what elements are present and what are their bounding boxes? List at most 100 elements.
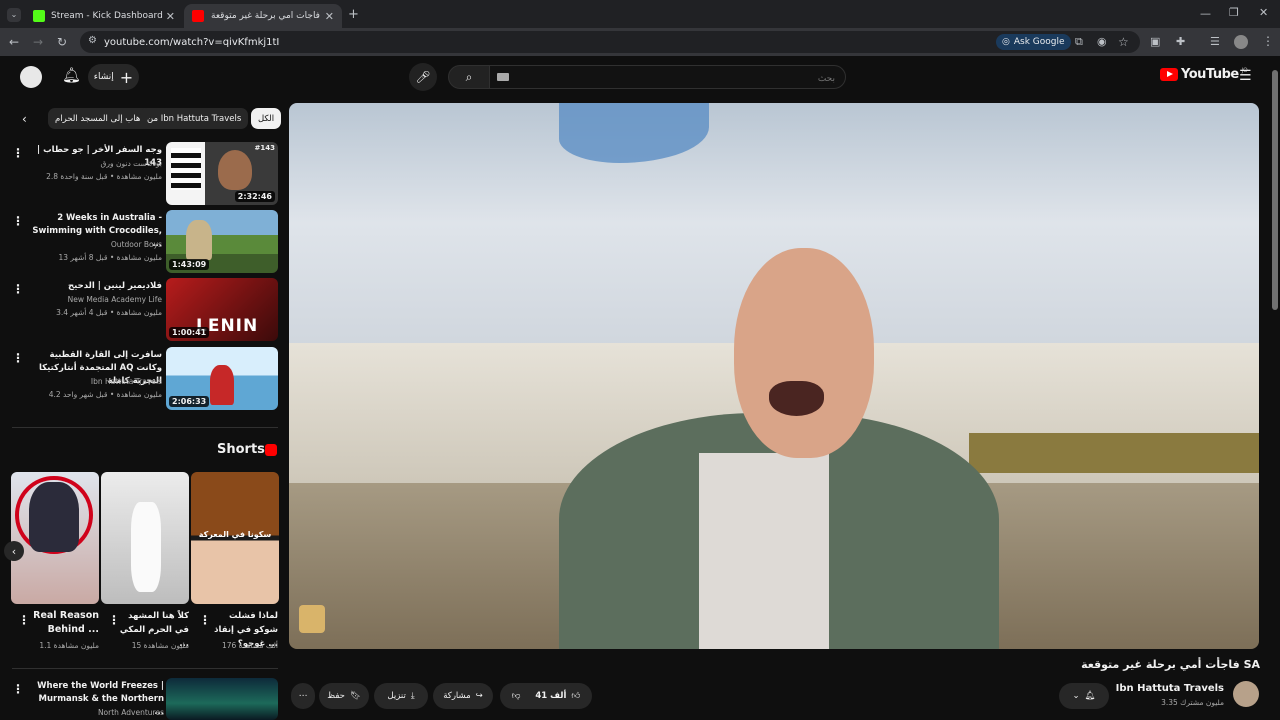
video-thumbnail[interactable]: 2:06:33: [166, 347, 278, 410]
profile-avatar[interactable]: [1234, 35, 1248, 49]
video-person-shirt: [699, 453, 829, 649]
video-person-head: [734, 248, 874, 458]
more-options-icon[interactable]: ⋮: [12, 682, 24, 696]
channel-name[interactable]: New Media Academy Life: [68, 295, 162, 304]
download-icon: ⤓: [410, 691, 415, 701]
video-player[interactable]: [289, 103, 1259, 649]
tab-search-icon[interactable]: ⌄: [7, 8, 21, 22]
window-close-icon[interactable]: ✕: [1259, 7, 1268, 18]
bookmark-icon: 🔖︎: [349, 691, 361, 701]
short-thumbnail[interactable]: سكونا في المعركة: [191, 472, 279, 604]
divider: [12, 427, 278, 428]
short-title[interactable]: Real Reason Behind ...: [29, 609, 99, 637]
more-options-icon[interactable]: ⋮: [12, 146, 24, 160]
list-item[interactable]: ⋮ 2 Weeks in Australia - Swimming with C…: [0, 210, 282, 274]
more-horizontal-icon: ⋯: [298, 691, 308, 701]
video-meta: 2.8 مليون مشاهدة • قبل سنة واحدة: [46, 172, 162, 181]
short-thumbnail[interactable]: [11, 472, 99, 604]
extensions-icon[interactable]: ✚: [1176, 36, 1185, 47]
like-icon[interactable]: 👍︎: [571, 691, 580, 701]
address-toolbar: ← → ↻ ⚙ youtube.com/watch?v=qivKfmkj1tI …: [0, 28, 1280, 56]
video-thumbnail[interactable]: #143 2:32:46: [166, 142, 278, 205]
anime-character: [29, 482, 79, 552]
video-thumbnail[interactable]: 1:43:09: [166, 210, 278, 273]
tab-youtube[interactable]: فاجأت أمي برحلة غير متوقعة ✕: [184, 4, 342, 28]
search-box[interactable]: [489, 65, 846, 89]
save-label: حفظ: [327, 691, 345, 701]
more-actions-button[interactable]: ⋯: [291, 683, 315, 709]
avatar[interactable]: [20, 66, 42, 88]
bookmark-star-icon[interactable]: ☆: [1118, 36, 1129, 48]
reload-icon[interactable]: ↻: [57, 36, 67, 48]
extension-badge-icon[interactable]: ▣: [1150, 36, 1160, 47]
channel-name[interactable]: بودكاست دنون ورق: [101, 159, 162, 168]
share-label: مشاركة: [443, 691, 471, 701]
like-dislike-group: 👎︎ 41 ألف 👍︎: [500, 683, 592, 709]
list-item[interactable]: ⋮ سافرت إلى القارة القطبية المتجمدة أنتا…: [0, 347, 282, 411]
channel-name[interactable]: Outdoor Boys: [111, 240, 162, 249]
new-tab-icon[interactable]: +: [348, 8, 359, 21]
channel-name[interactable]: North Adventures: [98, 708, 164, 717]
chrome-menu-icon[interactable]: ⋮: [1262, 35, 1274, 47]
video-title[interactable]: فلاديمير لينين | الدحيح: [32, 280, 162, 293]
reading-list-icon[interactable]: ☰: [1210, 36, 1220, 47]
shorts-heading: Shorts: [217, 442, 265, 457]
close-icon[interactable]: ✕: [166, 10, 175, 23]
more-options-icon[interactable]: ⋮: [12, 214, 24, 228]
bell-icon: 🔔︎: [1084, 691, 1096, 701]
more-options-icon[interactable]: ⋮: [12, 282, 24, 296]
chip-from-channel[interactable]: من Ibn Hattuta Travels: [140, 108, 249, 129]
video-thumbnail[interactable]: LENIN 1:00:41: [166, 278, 278, 341]
notifications-bell-icon[interactable]: 🔔︎: [62, 68, 81, 83]
dislike-icon[interactable]: 👎︎: [512, 691, 521, 701]
channel-avatar[interactable]: [1233, 681, 1259, 707]
tab-kick[interactable]: Stream - Kick Dashboard ✕: [25, 4, 183, 28]
chevron-left-icon[interactable]: ‹: [22, 113, 27, 125]
keyboard-icon[interactable]: [497, 73, 509, 81]
page-scrollbar[interactable]: [1272, 60, 1278, 710]
search-button[interactable]: ⌕: [448, 65, 490, 89]
divider: [12, 668, 278, 669]
create-button[interactable]: إنشاء +: [88, 64, 139, 90]
scrollbar-thumb[interactable]: [1272, 70, 1278, 310]
video-thumbnail[interactable]: [166, 678, 278, 720]
minimize-icon[interactable]: —: [1200, 8, 1211, 19]
eye-icon[interactable]: ◉: [1097, 36, 1107, 47]
share-icon: ↪: [475, 691, 483, 701]
plus-icon: +: [119, 67, 134, 87]
install-app-icon[interactable]: ⧉: [1075, 36, 1083, 47]
video-meta: 13 مليون مشاهدة • قبل 8 أشهر: [58, 253, 162, 262]
site-info-icon[interactable]: ⚙: [88, 36, 97, 46]
shorts-prev-button[interactable]: ‹: [4, 541, 24, 561]
download-button[interactable]: تنزيل ⤓: [374, 683, 428, 709]
url-bar[interactable]: ⚙ youtube.com/watch?v=qivKfmkj1tI: [80, 31, 1140, 53]
chip-label: الكل: [258, 113, 275, 124]
save-button[interactable]: حفظ 🔖︎: [319, 683, 369, 709]
chevron-left-icon: ‹: [11, 544, 17, 558]
back-icon[interactable]: ←: [9, 36, 19, 48]
video-duration: 2:32:46: [234, 191, 275, 202]
list-item[interactable]: ⋮ وجه السفر الأخر | جو حطاب | 143 بودكاس…: [0, 142, 282, 206]
video-title: فاجأت أمي برحلة غير متوقعة SA: [1081, 658, 1260, 671]
video-duration: 2:06:33: [169, 396, 210, 407]
google-lens-icon: ◎: [1002, 37, 1010, 47]
list-item[interactable]: ⋮ Where the World Freezes | Murmansk & t…: [0, 678, 282, 720]
thumbnail-person: [186, 220, 212, 260]
voice-search-button[interactable]: 🎤︎: [409, 63, 437, 91]
subscribed-button[interactable]: ⌄ 🔔︎: [1059, 683, 1109, 709]
channel-name[interactable]: Ibn Hattuta Travels: [1116, 683, 1224, 694]
chip-all[interactable]: الكل: [251, 108, 282, 129]
search-input[interactable]: [490, 67, 845, 89]
short-thumbnail[interactable]: [101, 472, 189, 604]
share-button[interactable]: مشاركة ↪: [433, 683, 493, 709]
url-text: youtube.com/watch?v=qivKfmkj1tI: [104, 36, 280, 48]
list-item[interactable]: ⋮ فلاديمير لينين | الدحيح New Media Acad…: [0, 278, 282, 342]
menu-hamburger-icon[interactable]: ☰: [1239, 69, 1252, 83]
channel-name[interactable]: Ibn Hattuta Travels: [91, 377, 162, 386]
ask-google-button[interactable]: ◎ Ask Google: [996, 34, 1071, 50]
youtube-logo[interactable]: YouTube JO: [1160, 67, 1248, 82]
restore-icon[interactable]: ❐: [1229, 7, 1239, 18]
more-options-icon[interactable]: ⋮: [12, 351, 24, 365]
close-icon[interactable]: ✕: [325, 10, 334, 23]
forward-icon[interactable]: →: [33, 36, 43, 48]
